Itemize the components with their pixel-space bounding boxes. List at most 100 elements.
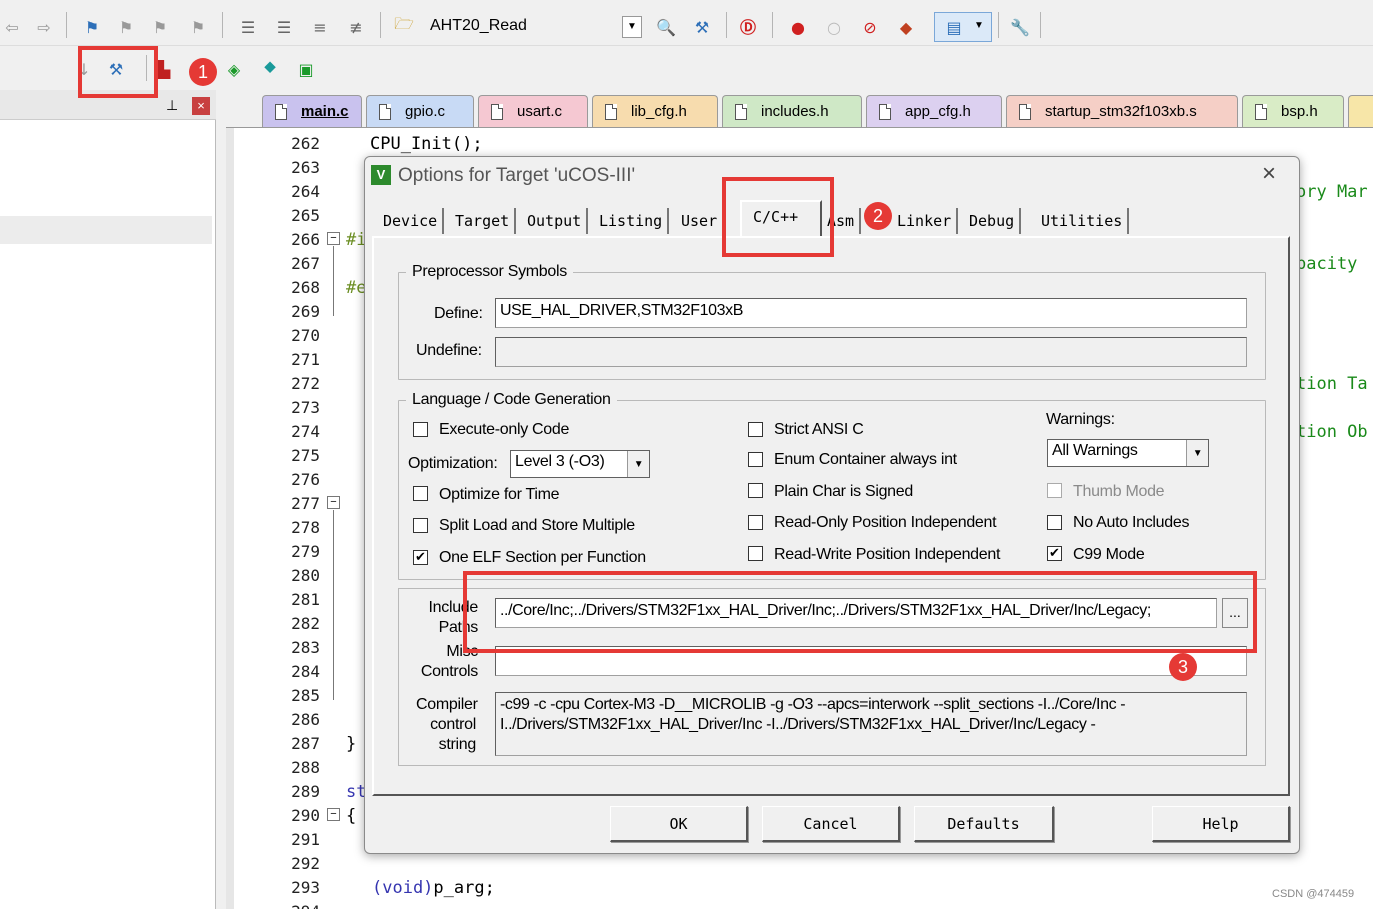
file-icon: [1019, 103, 1031, 120]
optimization-select[interactable]: Level 3 (-O3) ▼: [510, 450, 650, 478]
line-number: 270: [291, 326, 320, 345]
tab-usart-c[interactable]: usart.c: [478, 95, 588, 127]
split-load-checkbox[interactable]: [413, 518, 428, 533]
clear-breakpoints-icon[interactable]: ◆: [894, 15, 918, 39]
fold-minus-icon[interactable]: −: [327, 496, 340, 509]
split-load-label: Split Load and Store Multiple: [439, 517, 635, 534]
manage-rte-icon[interactable]: ⯁: [258, 57, 282, 81]
chevron-down-icon: ▼: [1186, 440, 1208, 466]
fold-line: [333, 246, 334, 316]
kill-breakpoints-icon[interactable]: ⊘: [858, 15, 882, 39]
plain-char-checkbox[interactable]: [748, 483, 763, 498]
forward-arrow-icon[interactable]: ⇨: [32, 15, 56, 39]
line-number: 266: [291, 230, 320, 249]
select-packs-icon[interactable]: ◈: [222, 57, 246, 81]
c99-mode-checkbox[interactable]: ✔: [1047, 546, 1062, 561]
find-in-files-icon[interactable]: 🔍: [654, 15, 678, 39]
undefine-field[interactable]: [495, 337, 1247, 367]
tab-linker[interactable]: Linker: [892, 208, 959, 234]
indent-icon[interactable]: ☰: [236, 15, 260, 39]
breakpoint-icon[interactable]: ●: [786, 15, 810, 39]
tab-target[interactable]: Target: [450, 208, 517, 234]
target-dropdown[interactable]: ▼: [622, 16, 642, 38]
warnings-label: Warnings:: [1046, 411, 1115, 428]
back-arrow-icon[interactable]: ⇦: [0, 15, 24, 39]
tab-listing[interactable]: Listing: [594, 208, 670, 234]
strict-ansi-checkbox[interactable]: [748, 422, 763, 437]
rw-pos-checkbox[interactable]: [748, 546, 763, 561]
code-comment: ory Mar: [1296, 182, 1368, 202]
debug-session-icon[interactable]: Ⓓ: [736, 14, 760, 38]
tab-lib-cfg-h[interactable]: lib_cfg.h: [592, 95, 718, 127]
line-number: 276: [291, 470, 320, 489]
line-number: 271: [291, 350, 320, 369]
watermark: CSDN @474459: [1272, 888, 1355, 900]
code-line-262: CPU_Init();: [370, 134, 483, 154]
line-number: 280: [291, 566, 320, 585]
define-field[interactable]: USE_HAL_DRIVER,STM32F103xB: [495, 298, 1247, 328]
tab-user[interactable]: User: [676, 208, 725, 234]
thumb-mode-checkbox[interactable]: [1047, 483, 1062, 498]
tab-output[interactable]: Output: [522, 208, 589, 234]
one-elf-checkbox[interactable]: ✔: [413, 550, 428, 565]
no-auto-includes-label: No Auto Includes: [1073, 514, 1190, 531]
find-replace-icon[interactable]: ⚒: [690, 15, 714, 39]
tab-overflow[interactable]: [1348, 95, 1373, 127]
ro-pos-checkbox[interactable]: [748, 515, 763, 530]
fold-minus-icon[interactable]: −: [327, 808, 340, 821]
tab-app-cfg-h[interactable]: app_cfg.h: [866, 95, 1002, 127]
no-auto-includes-checkbox[interactable]: [1047, 515, 1062, 530]
prev-bookmark-icon[interactable]: ⚑: [114, 15, 138, 39]
c99-mode-label: C99 Mode: [1073, 546, 1145, 563]
main-toolbar: ⇦ ⇨ ⚑ ⚑ ⚑ ⚑ ☰ ☰ ≡ ≢ 🗁 AHT20_Read ▼ 🔍 ⚒ Ⓓ…: [0, 0, 1373, 46]
tab-main-c[interactable]: main.c: [262, 95, 362, 127]
line-number: 293: [291, 878, 320, 897]
disable-breakpoint-icon[interactable]: ○: [822, 15, 846, 39]
file-icon: [491, 103, 503, 120]
optimize-time-checkbox[interactable]: [413, 486, 428, 501]
close-panel-icon[interactable]: ×: [192, 97, 210, 115]
help-button[interactable]: Help: [1152, 806, 1290, 842]
enum-container-label: Enum Container always int: [774, 451, 957, 468]
comment-icon[interactable]: ≡: [308, 15, 332, 39]
tab-debug[interactable]: Debug: [964, 208, 1022, 234]
pin-icon[interactable]: ⊥: [166, 97, 178, 114]
warnings-select[interactable]: All Warnings ▼: [1047, 439, 1209, 467]
tab-gpio-c[interactable]: gpio.c: [366, 95, 474, 127]
line-number: 279: [291, 542, 320, 561]
execute-only-checkbox[interactable]: [413, 422, 428, 437]
target-folder-icon: 🗁: [394, 13, 414, 33]
bookmark-icon[interactable]: ⚑: [80, 15, 104, 39]
line-number: 277: [291, 494, 320, 513]
line-number: 273: [291, 398, 320, 417]
tab-utilities[interactable]: Utilities: [1036, 208, 1130, 234]
next-bookmark-icon[interactable]: ⚑: [148, 15, 172, 39]
tab-device[interactable]: Device: [378, 208, 445, 234]
execute-only-label: Execute-only Code: [439, 421, 570, 438]
configure-icon[interactable]: 🔧: [1008, 15, 1032, 39]
dialog-close-icon[interactable]: ×: [1262, 160, 1276, 188]
tab-bsp-h[interactable]: bsp.h: [1242, 95, 1344, 127]
code-comment: tion Ob: [1296, 422, 1368, 442]
highlight-include-paths: [463, 571, 1257, 653]
unindent-icon[interactable]: ☰: [272, 15, 296, 39]
plain-char-label: Plain Char is Signed: [774, 483, 913, 500]
ok-button[interactable]: OK: [610, 806, 748, 842]
tab-startup-s[interactable]: startup_stm32f103xb.s: [1006, 95, 1238, 127]
line-number: 269: [291, 302, 320, 321]
pack-installer-icon[interactable]: ▣: [294, 57, 318, 81]
window-layout-icon: ▤: [946, 17, 962, 37]
fold-minus-icon[interactable]: −: [327, 232, 340, 245]
uncomment-icon[interactable]: ≢: [344, 15, 368, 39]
splitter[interactable]: [216, 90, 226, 909]
tab-includes-h[interactable]: includes.h: [722, 95, 862, 127]
cancel-button[interactable]: Cancel: [762, 806, 900, 842]
line-number: 291: [291, 830, 320, 849]
line-number: 262: [291, 134, 320, 153]
clear-bookmarks-icon[interactable]: ⚑: [186, 15, 210, 39]
defaults-button[interactable]: Defaults: [914, 806, 1054, 842]
enum-container-checkbox[interactable]: [748, 452, 763, 467]
project-tree-selected-row[interactable]: [0, 216, 212, 244]
file-icon: [1255, 103, 1267, 120]
file-icon: [605, 103, 617, 120]
